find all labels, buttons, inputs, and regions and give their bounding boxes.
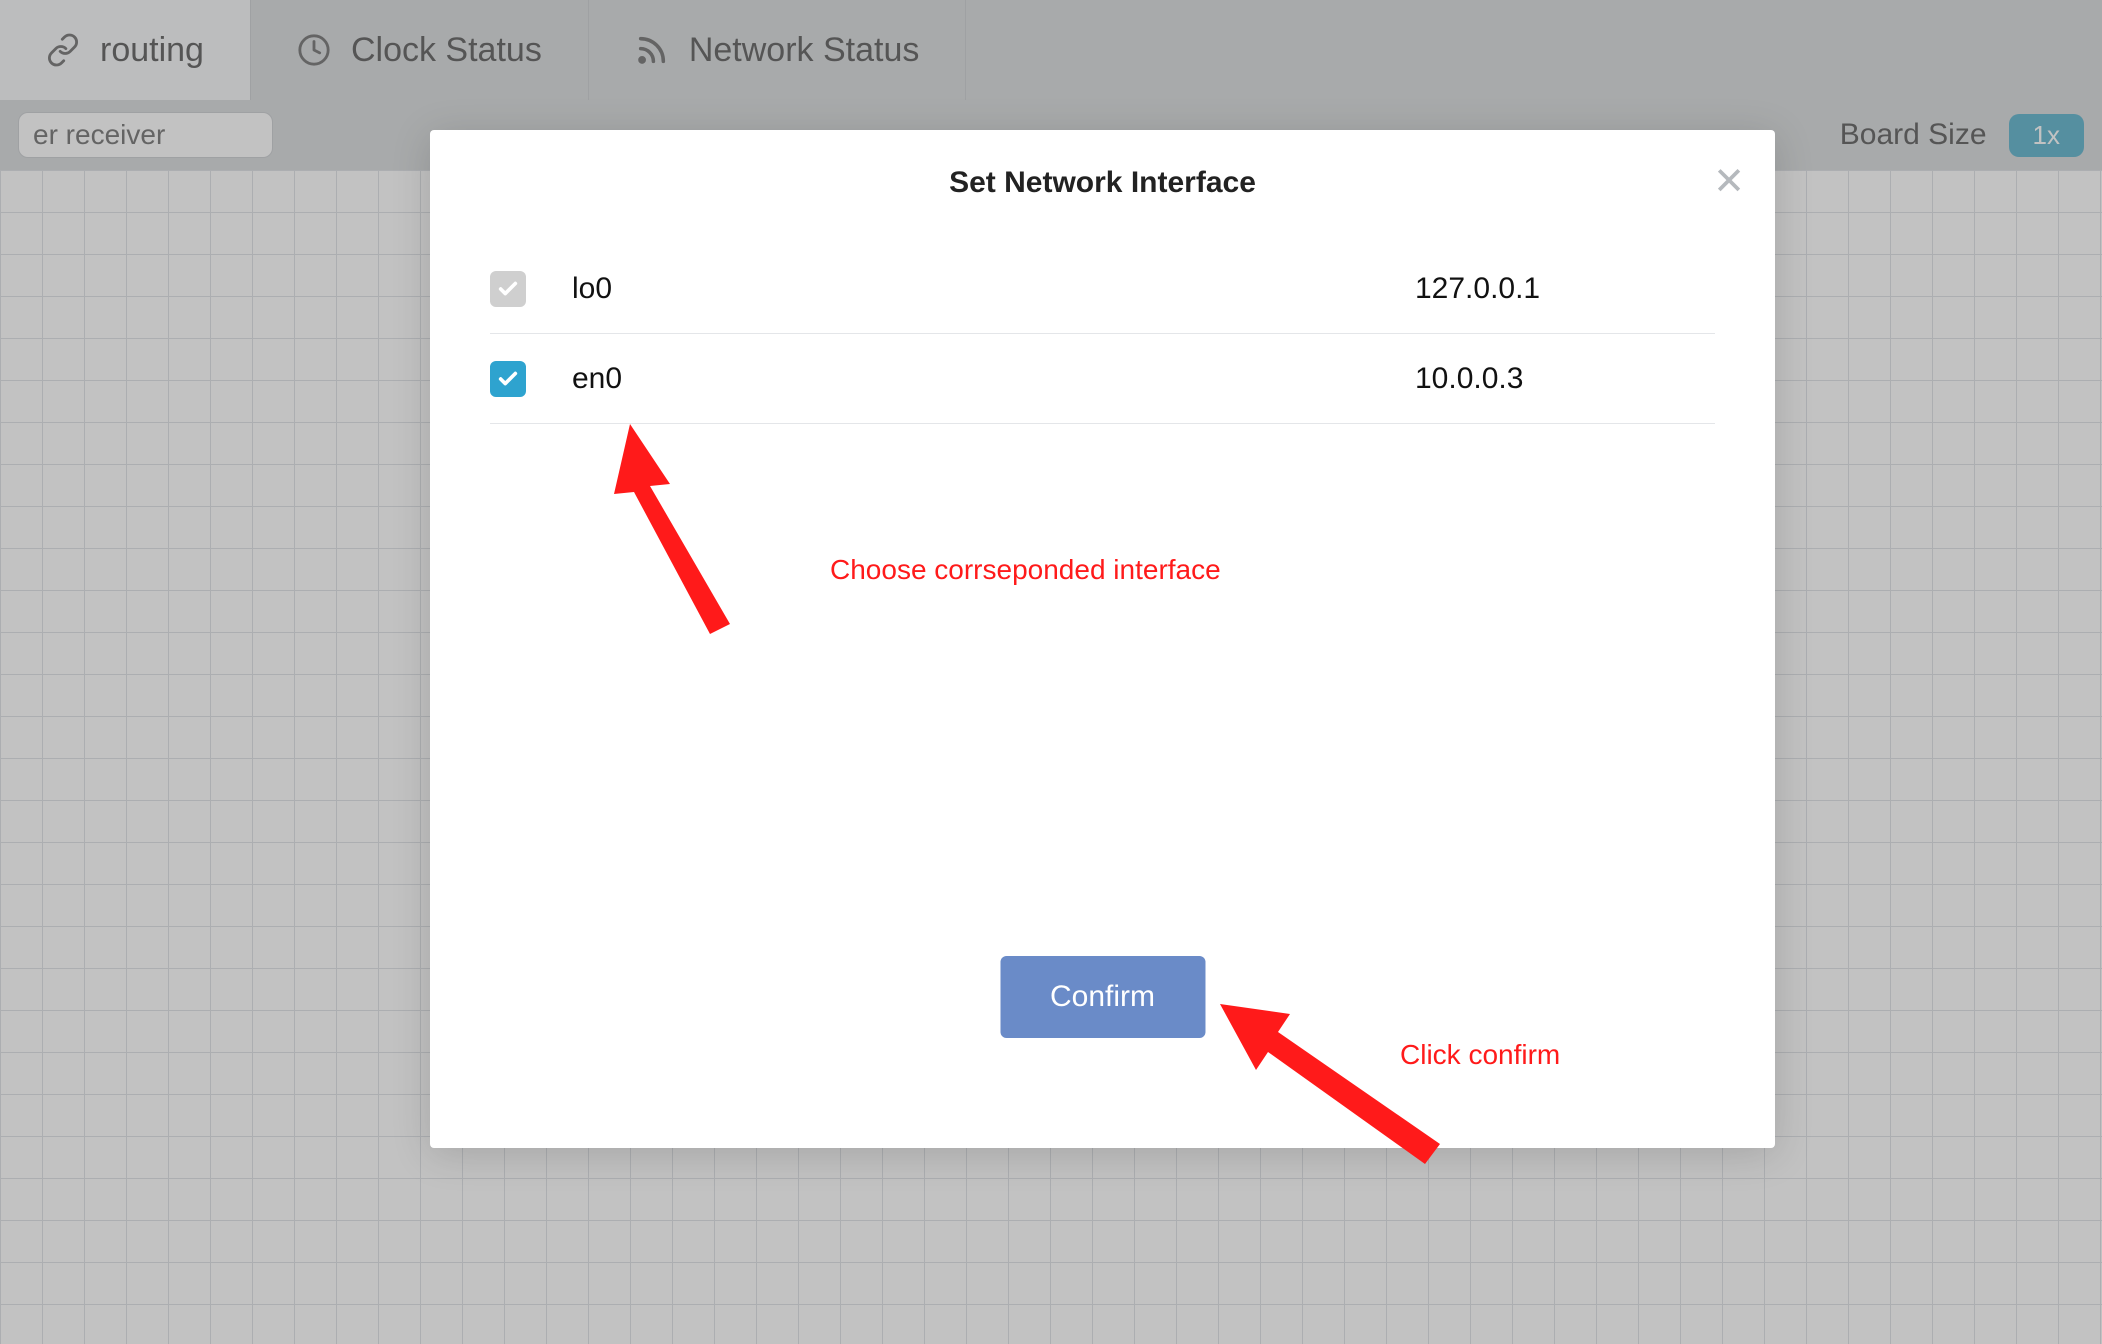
interface-checkbox[interactable] [490, 271, 526, 307]
modal-title: Set Network Interface [460, 166, 1745, 200]
close-icon[interactable]: ✕ [1709, 162, 1749, 202]
network-interface-modal: Set Network Interface ✕ lo0 127.0.0.1 en… [430, 130, 1775, 1148]
annotation-choose-text: Choose corrseponded interface [830, 554, 1221, 586]
interface-ip: 10.0.0.3 [1415, 362, 1715, 396]
interface-row: lo0 127.0.0.1 [490, 244, 1715, 334]
interface-ip: 127.0.0.1 [1415, 272, 1715, 306]
annotation-confirm-text: Click confirm [1400, 1039, 1560, 1071]
interface-name: lo0 [572, 272, 1415, 306]
confirm-button[interactable]: Confirm [1000, 956, 1205, 1038]
interface-row: en0 10.0.0.3 [490, 334, 1715, 424]
interface-name: en0 [572, 362, 1415, 396]
interface-checkbox[interactable] [490, 361, 526, 397]
annotation-arrow-icon [610, 424, 840, 661]
